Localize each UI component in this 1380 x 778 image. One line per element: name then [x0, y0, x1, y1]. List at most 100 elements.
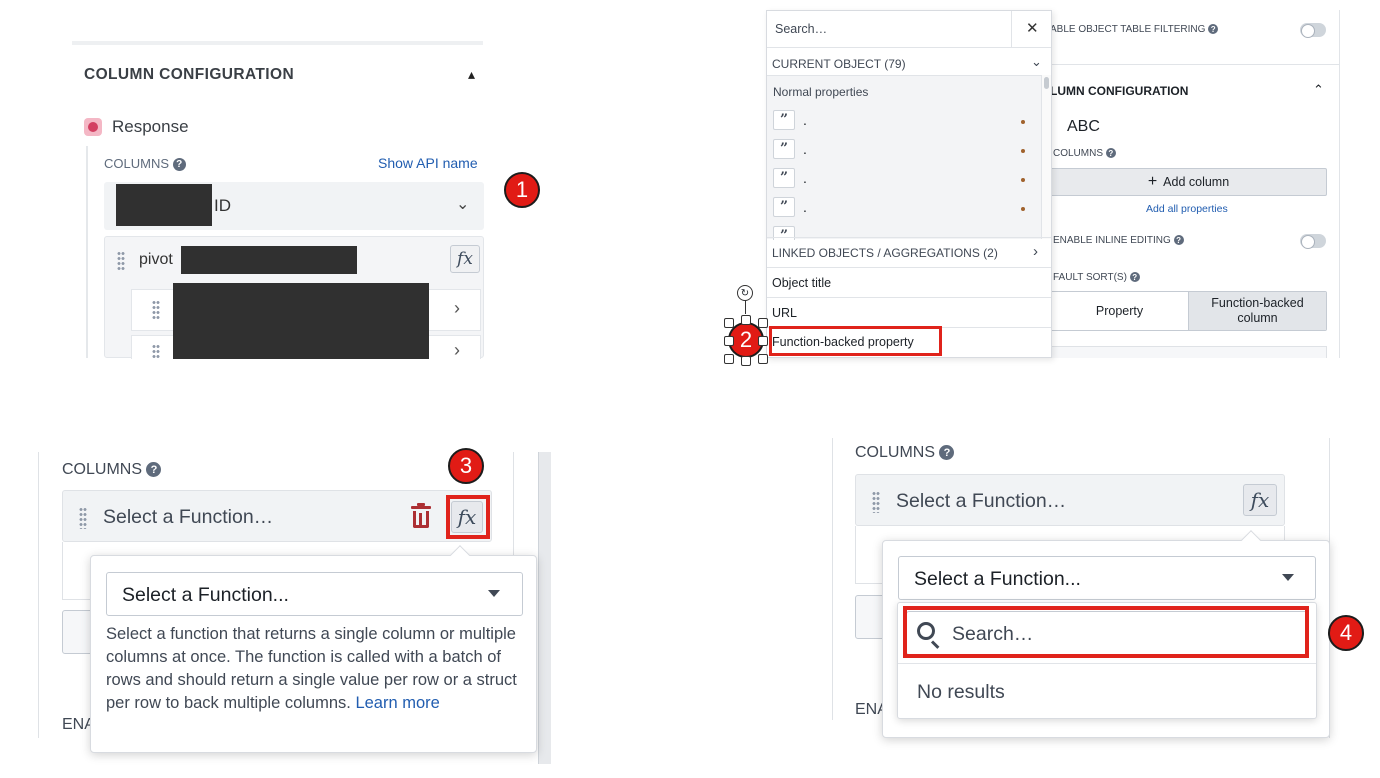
quote-icon: ”: [773, 168, 795, 188]
learn-more-link[interactable]: Learn more: [355, 694, 439, 712]
add-column-button[interactable]: + Add column: [1050, 168, 1327, 196]
drag-handle-icon[interactable]: [872, 491, 880, 513]
inline-editing-label: ENABLE INLINE EDITING ?: [1053, 235, 1184, 246]
fx-button[interactable]: fx: [450, 245, 480, 273]
property-item[interactable]: ” .: [767, 108, 1041, 134]
function-column-row: Select a Function… fx: [855, 474, 1285, 526]
caret-down-icon: [1282, 574, 1294, 581]
columns-label: COLUMNS ?: [104, 156, 186, 172]
resize-handle[interactable]: [741, 356, 751, 366]
function-description: Select a function that returns a single …: [106, 625, 517, 712]
property-item[interactable]: ” .: [767, 195, 1041, 221]
columns-label: COLUMNS ?: [62, 461, 162, 479]
plus-icon: +: [1147, 173, 1158, 190]
status-dot: [1021, 120, 1025, 124]
add-all-properties-link[interactable]: Add all properties: [1146, 203, 1228, 215]
help-icon[interactable]: ?: [172, 158, 186, 172]
pivot-column-card: pivot fx › ›: [104, 236, 484, 360]
function-select-value: Select a Function...: [914, 568, 1081, 590]
scrollbar[interactable]: [538, 452, 551, 764]
default-sorts-label: FAULT SORT(S) ?: [1053, 272, 1140, 283]
resize-handle[interactable]: [741, 315, 751, 325]
redacted-block: [116, 184, 212, 226]
filtering-toggle[interactable]: [1300, 23, 1326, 38]
function-popover: Select a Function... Select a function t…: [90, 545, 537, 753]
highlight-box: [903, 606, 1309, 658]
object-type-icon: [84, 118, 102, 136]
step-badge: 3: [448, 448, 484, 484]
resize-handle[interactable]: [724, 318, 734, 328]
linked-objects-header[interactable]: LINKED OBJECTS / AGGREGATIONS (2) ›: [767, 237, 1051, 267]
no-results-text: No results: [917, 681, 1005, 703]
column-config-title: LUMN CONFIGURATION: [1050, 84, 1189, 98]
indent-line: [86, 146, 88, 358]
panel-border: [38, 452, 39, 738]
chevron-up-icon[interactable]: ⌃: [1313, 82, 1324, 98]
caret-down-icon: [488, 590, 500, 597]
section-title: COLUMN CONFIGURATION: [84, 66, 295, 83]
divider: [1011, 11, 1012, 47]
help-icon[interactable]: ?: [1105, 148, 1116, 159]
function-select[interactable]: Select a Function...: [106, 572, 523, 616]
rotate-icon[interactable]: ↻: [737, 285, 753, 301]
config-sidebar: ABLE OBJECT TABLE FILTERING ? LUMN CONFI…: [1050, 10, 1340, 358]
segment-function-backed[interactable]: Function-backed column: [1188, 292, 1326, 330]
resize-handle[interactable]: [724, 354, 734, 364]
close-icon[interactable]: ✕: [1026, 19, 1039, 37]
column-select[interactable]: ID ⌄: [104, 182, 484, 230]
help-icon[interactable]: ?: [1173, 235, 1184, 246]
url-option[interactable]: URL: [767, 297, 1051, 327]
normal-properties-label: Normal properties: [773, 85, 869, 99]
drag-handle-icon[interactable]: [152, 300, 160, 320]
columns-label: COLUMNS ?: [855, 444, 955, 462]
drag-handle-icon[interactable]: [79, 507, 87, 529]
search-input[interactable]: Search…: [775, 22, 827, 36]
help-icon[interactable]: ?: [1208, 24, 1219, 35]
sort-row: [1050, 346, 1327, 358]
resize-handle[interactable]: [724, 336, 734, 346]
property-item[interactable]: ” .: [767, 166, 1041, 192]
help-icon[interactable]: ?: [146, 462, 162, 478]
column-select-value: ID: [214, 196, 231, 215]
help-icon[interactable]: ?: [1129, 272, 1140, 283]
filtering-label: ABLE OBJECT TABLE FILTERING ?: [1050, 24, 1219, 35]
quote-icon: ”: [773, 197, 795, 217]
chevron-down-icon: ⌄: [456, 196, 470, 213]
trash-icon[interactable]: [411, 503, 431, 529]
inline-editing-toggle[interactable]: [1300, 234, 1326, 249]
property-picker-popover: Search… ✕ CURRENT OBJECT (79) ⌄ Normal pr…: [766, 10, 1052, 358]
function-column-name: Select a Function…: [896, 490, 1067, 512]
list-scrollbar[interactable]: [1041, 75, 1051, 239]
resize-handle[interactable]: [758, 318, 768, 328]
highlight-box: [446, 495, 490, 539]
chevron-up-icon[interactable]: ▴: [468, 66, 475, 83]
property-item[interactable]: ” .: [767, 137, 1041, 163]
redacted-block: [173, 283, 429, 359]
property-list: Normal properties ” . ” . ” . ” . ”: [767, 75, 1041, 240]
chevron-down-icon: ⌄: [1031, 54, 1042, 69]
redacted-block: [181, 246, 357, 274]
segment-property[interactable]: Property: [1051, 292, 1188, 330]
chevron-right-icon: ›: [454, 340, 460, 360]
function-select[interactable]: Select a Function...: [898, 556, 1316, 600]
object-name: ABC: [1067, 118, 1100, 135]
resize-handle[interactable]: [758, 336, 768, 346]
quote-icon: ”: [773, 110, 795, 130]
status-dot: [1021, 149, 1025, 153]
object-title-option[interactable]: Object title: [767, 267, 1051, 297]
function-select-value: Select a Function...: [122, 584, 289, 606]
current-object-header[interactable]: CURRENT OBJECT (79) ⌄: [767, 47, 1051, 75]
resize-handle[interactable]: [758, 354, 768, 364]
fx-button[interactable]: fx: [1243, 484, 1277, 516]
status-dot: [1021, 207, 1025, 211]
drag-handle-icon[interactable]: [117, 251, 125, 271]
status-dot: [1021, 178, 1025, 182]
drag-handle-icon[interactable]: [152, 344, 160, 358]
help-icon[interactable]: ?: [939, 445, 955, 461]
step-badge: 1: [504, 172, 540, 208]
columns-label: COLUMNS ?: [1053, 148, 1116, 159]
divider: [72, 41, 483, 45]
sort-segmented-control: Property Function-backed column: [1050, 291, 1327, 331]
show-api-name-link[interactable]: Show API name: [378, 155, 478, 171]
highlight-box: [769, 326, 942, 356]
